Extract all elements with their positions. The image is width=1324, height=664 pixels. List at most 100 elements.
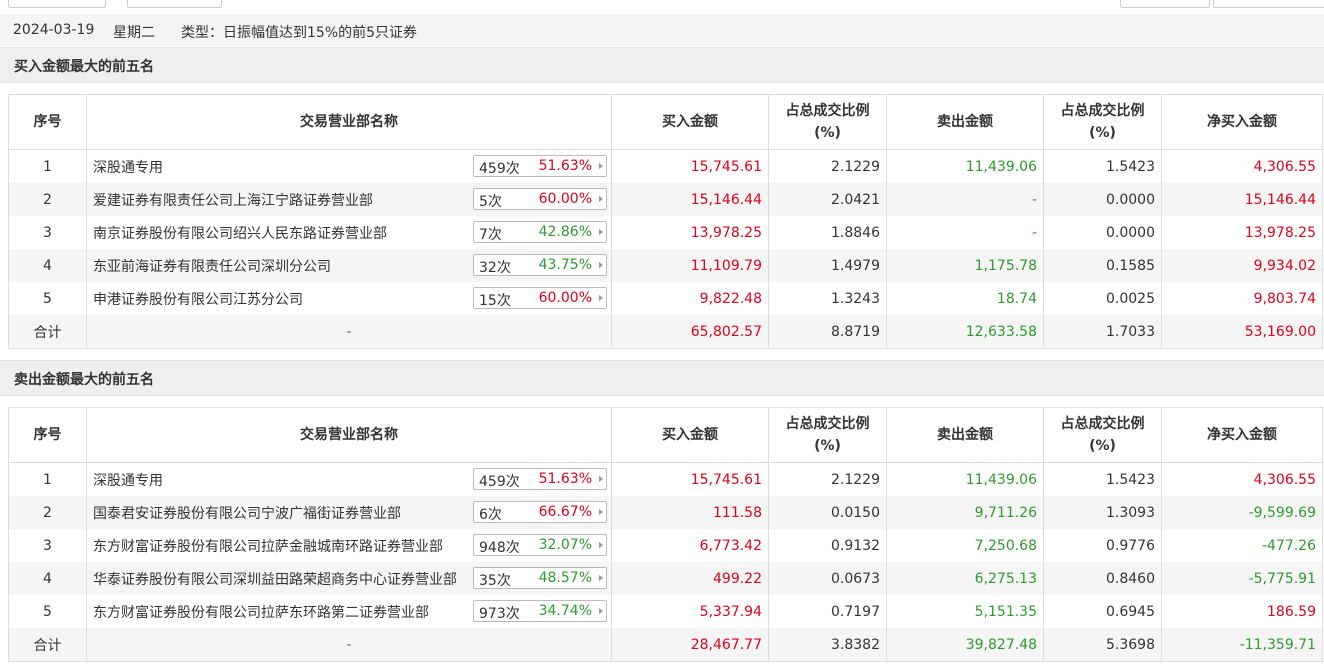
col-header-index[interactable]: 序号 <box>8 407 87 463</box>
broker-stats-button[interactable]: 973次 34.74% <box>473 600 607 622</box>
col-header-name[interactable]: 交易营业部名称 <box>86 94 612 150</box>
broker-name-link[interactable]: 国泰君安证券股份有限公司宁波广福街证券营业部 <box>93 503 401 523</box>
chevron-right-icon <box>599 163 603 169</box>
sell-ratio: 0.9776 <box>1043 529 1162 562</box>
chevron-right-icon <box>599 575 603 581</box>
total-sell-ratio: 1.7033 <box>1043 315 1162 349</box>
broker-stats-button[interactable]: 459次 51.63% <box>473 155 607 177</box>
broker-name-link[interactable]: 南京证券股份有限公司绍兴人民东路证券营业部 <box>93 223 387 243</box>
total-net: -11,359.71 <box>1161 628 1323 662</box>
total-label: 合计 <box>8 315 87 349</box>
table-row[interactable]: 1 深股通专用 459次 51.63% 15,745.61 2.1229 11,439.06… <box>8 462 1323 496</box>
chevron-right-icon <box>599 295 603 301</box>
buy-amount: 5,337.94 <box>611 595 769 628</box>
weekday: 星期二 <box>113 25 155 41</box>
broker-stats-button[interactable]: 6次 66.67% <box>473 501 607 523</box>
rise-probability: 51.63% <box>538 471 592 487</box>
net-buy-amount: 9,803.74 <box>1161 282 1323 315</box>
broker-stats-button[interactable]: 32次 43.75% <box>473 254 607 276</box>
filter-button[interactable] <box>127 0 222 8</box>
row-index: 4 <box>8 249 87 282</box>
broker-stats-button[interactable]: 35次 48.57% <box>473 567 607 589</box>
col-header-buy-ratio-line: (%) <box>814 438 841 454</box>
table-row[interactable]: 4 东亚前海证券有限责任公司深圳分公司 32次 43.75% 11,109.79 1.49… <box>8 249 1323 282</box>
broker-name-link[interactable]: 深股通专用 <box>93 470 163 490</box>
total-name: - <box>86 628 612 662</box>
total-buy-ratio: 8.8719 <box>768 315 887 349</box>
broker-name-link[interactable]: 申港证券股份有限公司江苏分公司 <box>93 289 303 309</box>
rise-probability: 51.63% <box>538 158 592 174</box>
col-header-sell-ratio[interactable]: 占总成交比例 (%) <box>1043 407 1162 463</box>
col-header-buy-ratio[interactable]: 占总成交比例 (%) <box>768 407 887 463</box>
sell-ratio: 0.6945 <box>1043 595 1162 628</box>
table-row[interactable]: 5 东方财富证券股份有限公司拉萨东环路第二证券营业部 973次 34.74% 5,337… <box>8 595 1323 628</box>
listing-count: 15次 <box>479 293 511 309</box>
broker-stats-button[interactable]: 15次 60.00% <box>473 287 607 309</box>
total-row: 合计 -65,802.57 8.8719 12,633.58 1.7033 53,169.… <box>8 315 1323 349</box>
col-header-sell[interactable]: 卖出金额 <box>886 94 1044 150</box>
sell-section-title-text: 卖出金额最大的前五名 <box>14 372 154 388</box>
col-header-sell-ratio[interactable]: 占总成交比例 (%) <box>1043 94 1162 150</box>
header-row: 序号 交易营业部名称 买入金额 占总成交比例 (%) 卖出金额 占总成交比例 (%) 净买入金额 <box>8 407 1323 463</box>
table-row[interactable]: 3 东方财富证券股份有限公司拉萨金融城南环路证券营业部 948次 32.07% 6,77… <box>8 529 1323 562</box>
sell-ratio: 0.0000 <box>1043 216 1162 249</box>
table-row[interactable]: 2 爱建证券有限责任公司上海江宁路证券营业部 5次 60.00% 15,146.44 2.… <box>8 183 1323 216</box>
broker-cell: 国泰君安证券股份有限公司宁波广福街证券营业部 6次 66.67% <box>86 496 612 529</box>
rise-probability: 60.00% <box>538 191 592 207</box>
buy-ratio: 1.4979 <box>768 249 887 282</box>
prev-button[interactable] <box>1120 0 1210 8</box>
row-index: 5 <box>8 282 87 315</box>
broker-name-link[interactable]: 华泰证券股份有限公司深圳益田路荣超商务中心证券营业部 <box>93 569 457 589</box>
broker-cell: 东方财富证券股份有限公司拉萨金融城南环路证券营业部 948次 32.07% <box>86 529 612 562</box>
buy-section-title-text: 买入金额最大的前五名 <box>14 59 154 75</box>
net-buy-amount: 13,978.25 <box>1161 216 1323 249</box>
col-header-name[interactable]: 交易营业部名称 <box>86 407 612 463</box>
col-header-sell[interactable]: 卖出金额 <box>886 407 1044 463</box>
row-index: 4 <box>8 562 87 595</box>
broker-name-link[interactable]: 东方财富证券股份有限公司拉萨金融城南环路证券营业部 <box>93 536 443 556</box>
total-buy-ratio: 3.8382 <box>768 628 887 662</box>
col-header-buy-ratio[interactable]: 占总成交比例 (%) <box>768 94 887 150</box>
rise-probability: 48.57% <box>538 570 592 586</box>
broker-stats-button[interactable]: 948次 32.07% <box>473 534 607 556</box>
net-buy-amount: -9,599.69 <box>1161 496 1323 529</box>
sell-amount: 11,439.06 <box>886 149 1044 183</box>
sell-amount: 11,439.06 <box>886 462 1044 496</box>
broker-name-link[interactable]: 东方财富证券股份有限公司拉萨东环路第二证券营业部 <box>93 602 429 622</box>
buy-amount: 15,146.44 <box>611 183 769 216</box>
rise-probability: 60.00% <box>538 290 592 306</box>
buy-ratio: 1.8846 <box>768 216 887 249</box>
date-picker-button[interactable] <box>8 0 106 8</box>
listing-count: 6次 <box>479 507 502 523</box>
col-header-index[interactable]: 序号 <box>8 94 87 150</box>
sell-amount: 9,711.26 <box>886 496 1044 529</box>
col-header-sell-ratio-line: (%) <box>1089 438 1116 454</box>
broker-name-link[interactable]: 深股通专用 <box>93 157 163 177</box>
col-header-buy-line: 买入金额 <box>662 427 718 443</box>
table-row[interactable]: 3 南京证券股份有限公司绍兴人民东路证券营业部 7次 42.86% 13,978.25 1… <box>8 216 1323 249</box>
buy-ratio: 2.1229 <box>768 149 887 183</box>
table-row[interactable]: 1 深股通专用 459次 51.63% 15,745.61 2.1229 11,439.06… <box>8 149 1323 183</box>
broker-stats-button[interactable]: 5次 60.00% <box>473 188 607 210</box>
table-row[interactable]: 2 国泰君安证券股份有限公司宁波广福街证券营业部 6次 66.67% 111.58 0.0… <box>8 496 1323 529</box>
sell-amount: 1,175.78 <box>886 249 1044 282</box>
total-sell: 39,827.48 <box>886 628 1044 662</box>
net-buy-amount: 4,306.55 <box>1161 462 1323 496</box>
chevron-right-icon <box>599 262 603 268</box>
col-header-buy[interactable]: 买入金额 <box>611 94 769 150</box>
table-row[interactable]: 4 华泰证券股份有限公司深圳益田路荣超商务中心证券营业部 35次 48.57% 499.… <box>8 562 1323 595</box>
broker-stats-button[interactable]: 459次 51.63% <box>473 468 607 490</box>
table-row[interactable]: 5 申港证券股份有限公司江苏分公司 15次 60.00% 9,822.48 1.3243 1… <box>8 282 1323 315</box>
broker-stats-button[interactable]: 7次 42.86% <box>473 221 607 243</box>
col-header-buy[interactable]: 买入金额 <box>611 407 769 463</box>
broker-cell: 申港证券股份有限公司江苏分公司 15次 60.00% <box>86 282 612 315</box>
col-header-net[interactable]: 净买入金额 <box>1161 94 1323 150</box>
col-header-net[interactable]: 净买入金额 <box>1161 407 1323 463</box>
broker-name-link[interactable]: 爱建证券有限责任公司上海江宁路证券营业部 <box>93 190 373 210</box>
header-row: 序号 交易营业部名称 买入金额 占总成交比例 (%) 卖出金额 占总成交比例 (%) 净买入金额 <box>8 94 1323 150</box>
next-button[interactable] <box>1213 0 1324 8</box>
listing-count: 973次 <box>479 606 520 622</box>
broker-name-link[interactable]: 东亚前海证券有限责任公司深圳分公司 <box>93 256 331 276</box>
total-net: 53,169.00 <box>1161 315 1323 349</box>
sell-ratio: 1.5423 <box>1043 462 1162 496</box>
